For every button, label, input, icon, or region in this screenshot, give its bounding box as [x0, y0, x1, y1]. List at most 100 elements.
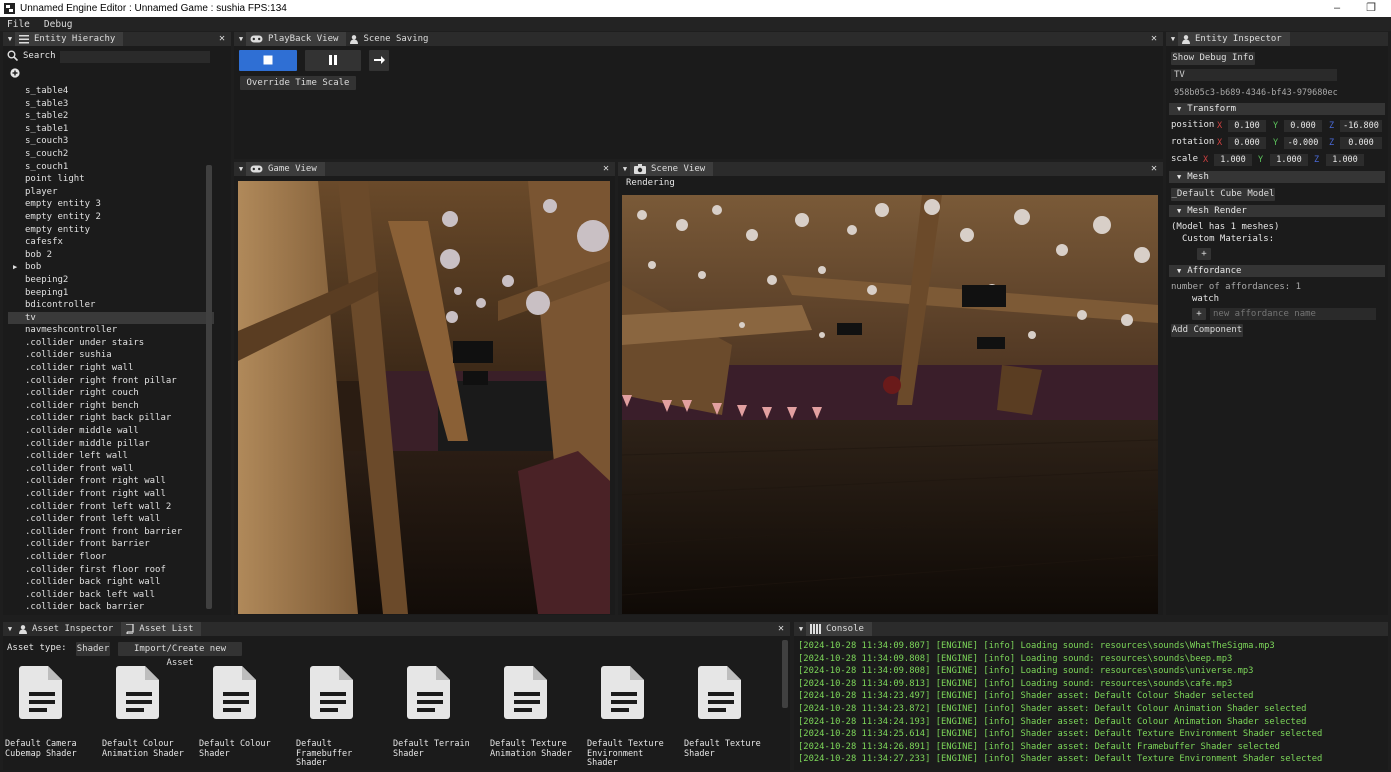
tree-item[interactable]: .collider right wall — [8, 362, 214, 375]
scale-z-field[interactable]: 1.000 — [1326, 154, 1364, 166]
tree-item[interactable]: .collider right bench — [8, 400, 214, 413]
asset-item[interactable]: Default Colour Shader — [199, 664, 289, 764]
asset-item[interactable]: Default Terrain Shader — [393, 664, 483, 764]
tab-playback-view[interactable]: PlayBack View — [246, 32, 347, 46]
tree-item[interactable]: .collider front barrier — [8, 538, 214, 551]
tab-scene-view[interactable]: Scene View — [630, 162, 714, 176]
tree-item[interactable]: empty entity 2 — [8, 211, 214, 224]
scale-y-field[interactable]: 1.000 — [1270, 154, 1308, 166]
add-entity-icon[interactable] — [10, 68, 20, 78]
entity-name-field[interactable]: TV — [1171, 69, 1337, 81]
tree-item[interactable]: .collider front front barrier — [8, 526, 214, 539]
tab-entity-hierarchy[interactable]: Entity Hierachy — [15, 32, 124, 46]
dock-menu-icon[interactable]: ▼ — [236, 35, 246, 43]
tree-item[interactable]: .collider front right wall — [8, 488, 214, 501]
tree-item[interactable]: s_table2 — [8, 110, 214, 123]
search-input[interactable] — [60, 51, 210, 63]
scale-x-field[interactable]: 1.000 — [1214, 154, 1252, 166]
hierarchy-scrollbar-thumb[interactable] — [206, 165, 212, 609]
add-material-button[interactable]: + — [1197, 248, 1211, 260]
tree-item[interactable]: .collider left wall — [8, 450, 214, 463]
tree-item[interactable]: s_table3 — [8, 98, 214, 111]
tree-item[interactable]: .collider back right wall — [8, 576, 214, 589]
game-view-render[interactable] — [238, 181, 610, 614]
tree-item[interactable]: empty entity 3 — [8, 198, 214, 211]
tree-item[interactable]: .collider right front pillar — [8, 375, 214, 388]
scene-view-render[interactable] — [622, 195, 1158, 614]
position-z-field[interactable]: -16.800 — [1340, 120, 1382, 132]
entity-tree[interactable]: s_table4 s_table3 s_table2 s_table1 s_couch3… — [8, 85, 214, 611]
transform-header[interactable]: ▼ Transform — [1169, 103, 1385, 115]
close-icon[interactable]: ✕ — [778, 622, 784, 636]
tree-item[interactable]: s_couch1 — [8, 161, 214, 174]
asset-item[interactable]: Default Texture Animation Shader — [490, 664, 580, 764]
add-affordance-button[interactable]: + — [1192, 308, 1206, 320]
console-log[interactable]: [2024-10-28 11:34:09.807] [ENGINE] [info… — [798, 640, 1384, 768]
tree-item[interactable]: .collider front wall — [8, 463, 214, 476]
asset-type-select[interactable]: Shader — [76, 642, 110, 656]
affordance-header[interactable]: ▼ Affordance — [1169, 265, 1385, 277]
tree-item[interactable]: beeping2 — [8, 274, 214, 287]
tree-item[interactable]: bdicontroller — [8, 299, 214, 312]
tree-item[interactable]: .collider right back pillar — [8, 412, 214, 425]
menu-file[interactable]: File — [0, 19, 37, 30]
dock-menu-icon[interactable]: ▼ — [5, 35, 15, 43]
tree-item[interactable]: cafesfx — [8, 236, 214, 249]
tree-item[interactable]: s_table4 — [8, 85, 214, 98]
asset-item[interactable]: Default Colour Animation Shader — [102, 664, 192, 764]
dock-menu-icon[interactable]: ▼ — [1168, 35, 1178, 43]
tree-item[interactable]: .collider back barrier — [8, 601, 214, 611]
asset-item[interactable]: Default Texture Environment Shader — [587, 664, 677, 768]
close-icon[interactable]: ✕ — [603, 162, 609, 176]
mesh-render-header[interactable]: ▼ Mesh Render — [1169, 205, 1385, 217]
rotation-x-field[interactable]: 0.000 — [1228, 137, 1266, 149]
tab-game-view[interactable]: Game View — [246, 162, 325, 176]
minimize-button[interactable]: – — [1322, 0, 1352, 17]
add-component-button[interactable]: Add Component — [1171, 324, 1243, 337]
tab-console[interactable]: Console — [806, 622, 872, 636]
asset-scrollbar[interactable] — [782, 636, 788, 770]
tree-item[interactable]: point light — [8, 173, 214, 186]
position-y-field[interactable]: 0.000 — [1284, 120, 1322, 132]
override-time-scale-button[interactable]: Override Time Scale — [240, 76, 356, 90]
close-icon[interactable]: ✕ — [219, 32, 225, 46]
pause-button[interactable] — [305, 50, 361, 71]
import-create-asset-button[interactable]: Import/Create new Asset — [118, 642, 242, 668]
tab-asset-inspector[interactable]: Asset Inspector — [15, 622, 121, 636]
new-affordance-input[interactable] — [1210, 308, 1376, 320]
position-x-field[interactable]: 0.100 — [1228, 120, 1266, 132]
tree-item[interactable]: .collider right couch — [8, 387, 214, 400]
asset-scrollbar-thumb[interactable] — [782, 640, 788, 708]
rotation-y-field[interactable]: -0.000 — [1284, 137, 1322, 149]
mesh-model-button[interactable]: _Default Cube Model — [1171, 188, 1275, 201]
tree-item[interactable]: empty entity — [8, 224, 214, 237]
tree-item[interactable]: s_couch2 — [8, 148, 214, 161]
tree-item[interactable]: .collider middle pillar — [8, 438, 214, 451]
tree-item[interactable]: player — [8, 186, 214, 199]
tree-item[interactable]: .collider under stairs — [8, 337, 214, 350]
tree-item[interactable]: .collider sushia — [8, 349, 214, 362]
mesh-header[interactable]: ▼ Mesh — [1169, 171, 1385, 183]
hierarchy-scrollbar[interactable] — [206, 85, 212, 611]
step-button[interactable] — [369, 50, 389, 71]
tab-asset-list[interactable]: Asset List — [121, 622, 202, 636]
tree-item[interactable]: s_couch3 — [8, 135, 214, 148]
dock-menu-icon[interactable]: ▼ — [620, 165, 630, 173]
tree-item[interactable]: ▶ bob — [8, 261, 214, 274]
stop-button[interactable] — [239, 50, 297, 71]
asset-item[interactable]: Default Framebuffer Shader — [296, 664, 386, 768]
restore-button[interactable]: ❐ — [1356, 0, 1386, 17]
tree-item[interactable]: .collider floor — [8, 551, 214, 564]
close-icon[interactable]: ✕ — [1151, 32, 1157, 46]
tree-item[interactable]: .collider middle wall — [8, 425, 214, 438]
tree-item[interactable]: s_table1 — [8, 123, 214, 136]
dock-menu-icon[interactable]: ▼ — [236, 165, 246, 173]
tab-entity-inspector[interactable]: Entity Inspector — [1178, 32, 1290, 46]
close-icon[interactable]: ✕ — [1151, 162, 1157, 176]
tree-item[interactable]: beeping1 — [8, 287, 214, 300]
asset-item[interactable]: Default Camera Cubemap Shader — [5, 664, 95, 764]
asset-item[interactable]: Default Texture Shader — [684, 664, 774, 764]
tree-item[interactable]: .collider back left wall — [8, 589, 214, 602]
show-debug-info-button[interactable]: Show Debug Info — [1171, 52, 1255, 65]
tree-item[interactable]: bob 2 — [8, 249, 214, 262]
